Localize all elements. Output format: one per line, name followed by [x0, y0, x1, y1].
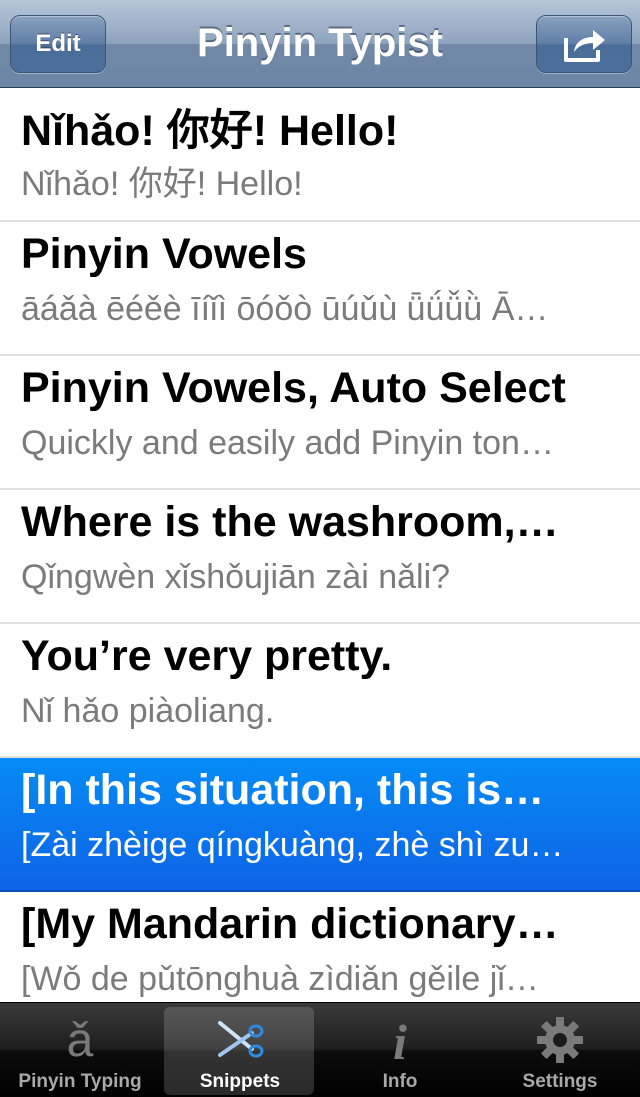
tab-label: Settings — [522, 1071, 598, 1092]
snippet-subtitle: Nǐ hǎo piàoliang. — [21, 692, 275, 730]
tab-pinyin-typing[interactable]: ǎ Pinyin Typing — [0, 1003, 160, 1097]
snippet-title: [In this situation, this is… — [21, 766, 545, 814]
snippet-title: You’re very pretty. — [21, 632, 393, 680]
snippet-row-selected[interactable]: [In this situation, this is… [Zài zhèige… — [0, 758, 640, 892]
snippet-row[interactable]: Pinyin Vowels āáǎà ēéěè īíǐì ōóǒò ūúǔù ǖ… — [0, 222, 640, 356]
tab-bar: ǎ Pinyin Typing Snippets i Info Settings — [0, 1002, 640, 1097]
tab-snippets[interactable]: Snippets — [160, 1003, 320, 1097]
info-icon: i — [393, 1014, 407, 1070]
scissors-icon — [218, 1021, 264, 1058]
share-button[interactable] — [536, 15, 632, 73]
snippet-title: [My Mandarin dictionary… — [21, 900, 559, 948]
snippet-subtitle: āáǎà ēéěè īíǐì ōóǒò ūúǔù ǖǘǚǜ Ā… — [21, 290, 549, 328]
pinyin-a-icon: ǎ — [66, 1014, 94, 1067]
snippet-row[interactable]: Pinyin Vowels, Auto Select Quickly and e… — [0, 356, 640, 490]
snippet-list: Nǐhǎo! 你好! Hello! Nǐhǎo! 你好! Hello! Piny… — [0, 88, 640, 1002]
tab-info[interactable]: i Info — [320, 1003, 480, 1097]
snippet-row[interactable]: You’re very pretty. Nǐ hǎo piàoliang. — [0, 624, 640, 758]
snippet-row[interactable]: [My Mandarin dictionary… [Wǒ de pǔtōnghu… — [0, 892, 640, 1002]
gear-icon — [537, 1017, 583, 1063]
snippet-title: Pinyin Vowels — [21, 230, 307, 278]
snippet-subtitle: [Zài zhèige qíngkuàng, zhè shì zu… — [21, 826, 564, 864]
share-icon — [564, 30, 605, 62]
edit-button[interactable]: Edit — [10, 15, 106, 73]
snippet-subtitle: Nǐhǎo! 你好! Hello! — [21, 165, 303, 203]
snippet-row[interactable]: Where is the washroom,… Qǐngwèn xǐshǒuji… — [0, 490, 640, 624]
snippet-title: Pinyin Vowels, Auto Select — [21, 364, 566, 412]
tab-label: Info — [382, 1071, 418, 1092]
snippet-title: Nǐhǎo! 你好! Hello! — [21, 107, 399, 155]
snippet-title: Where is the washroom,… — [21, 498, 559, 546]
tab-label: Pinyin Typing — [18, 1071, 142, 1092]
snippet-subtitle: Qǐngwèn xǐshǒujiān zài nǎli? — [21, 558, 451, 596]
snippet-subtitle: [Wǒ de pǔtōnghuà zìdiǎn gěile jǐ… — [21, 960, 539, 998]
navigation-bar: Pinyin Typist Edit — [0, 0, 640, 88]
tab-settings[interactable]: Settings — [480, 1003, 640, 1097]
snippet-row[interactable]: Nǐhǎo! 你好! Hello! Nǐhǎo! 你好! Hello! — [0, 88, 640, 222]
snippet-subtitle: Quickly and easily add Pinyin ton… — [21, 424, 554, 462]
tab-label: Snippets — [199, 1071, 281, 1092]
